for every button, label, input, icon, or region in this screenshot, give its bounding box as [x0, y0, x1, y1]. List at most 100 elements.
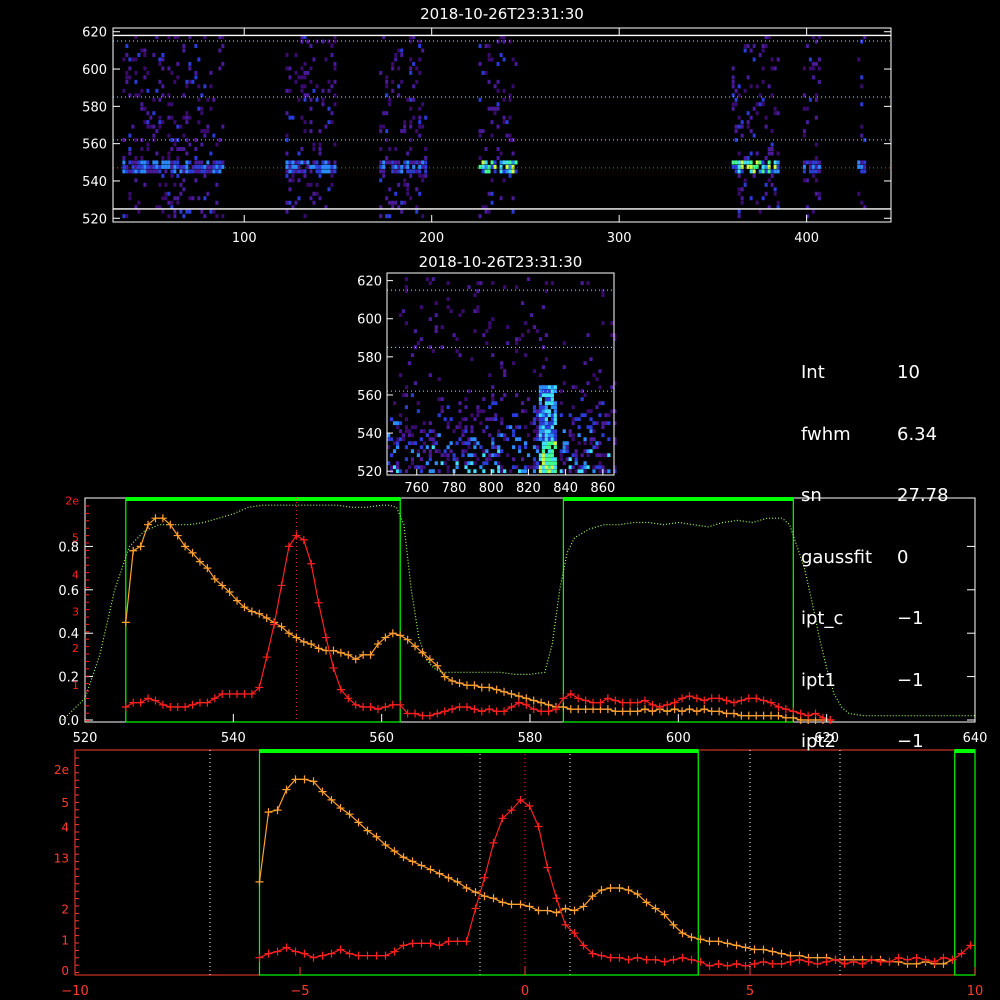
heat-pixel — [170, 173, 174, 178]
heat-pixel — [143, 169, 147, 174]
heat-pixel — [327, 79, 331, 84]
heat-pixel — [291, 115, 295, 120]
heat-pixel — [455, 349, 459, 354]
heat-pixel — [752, 173, 756, 178]
heat-pixel — [409, 160, 413, 165]
red-series-point — [322, 633, 331, 642]
heat-pixel — [161, 52, 165, 57]
heat-pixel — [512, 465, 516, 470]
heat-pixel — [488, 417, 492, 422]
heat-pixel — [740, 133, 744, 138]
y-tick-label: 560 — [82, 138, 107, 153]
heat-pixel — [526, 453, 531, 458]
heat-pixel — [767, 84, 771, 89]
orange-series-point — [768, 947, 777, 956]
heat-pixel — [547, 413, 551, 418]
heat-pixel — [568, 457, 572, 462]
heat-pixel — [805, 160, 809, 165]
heat-pixel — [740, 124, 744, 129]
heat-pixel — [547, 465, 551, 470]
heat-pixel — [315, 160, 319, 165]
heat-pixel — [394, 200, 398, 205]
red-series-point — [354, 951, 363, 960]
heat-pixel — [731, 160, 735, 165]
red-series-point — [373, 705, 382, 714]
heat-pixel — [737, 191, 741, 196]
heat-pixel — [185, 160, 189, 165]
heat-pixel — [428, 469, 432, 474]
heat-pixel — [176, 155, 180, 160]
heat-pixel — [601, 453, 605, 458]
red-series-point — [489, 838, 498, 847]
heat-pixel — [288, 160, 292, 165]
heat-pixel — [407, 441, 412, 446]
heat-pixel — [403, 182, 407, 187]
heat-pixel — [431, 429, 435, 434]
heat-pixel — [140, 106, 144, 111]
heat-pixel — [212, 209, 216, 214]
heat-pixel — [403, 200, 407, 205]
heat-pixel — [764, 115, 768, 120]
heat-pixel — [164, 191, 168, 196]
heat-pixel — [415, 160, 419, 165]
heat-pixel — [526, 397, 531, 402]
heat-pixel — [297, 196, 301, 201]
heat-pixel — [494, 461, 498, 466]
heat-pixel — [167, 155, 171, 160]
orange-series-point — [759, 711, 768, 720]
heat-pixel — [152, 160, 156, 165]
heat-pixel — [395, 425, 400, 430]
heat-pixel — [288, 200, 292, 205]
heat-pixel — [443, 417, 447, 422]
heat-pixel — [182, 178, 186, 183]
heat-pixel — [562, 429, 566, 434]
heat-pixel — [443, 449, 447, 454]
red-series-point — [559, 694, 568, 703]
heat-pixel — [487, 79, 491, 84]
heat-pixel — [860, 84, 864, 89]
heat-pixel — [535, 417, 540, 422]
heat-pixel — [749, 129, 753, 134]
heat-pixel — [170, 200, 174, 205]
heat-pixel — [134, 138, 138, 143]
heat-pixel — [532, 465, 537, 470]
heat-pixel — [538, 465, 543, 470]
red-series-point — [858, 959, 867, 968]
y-tick-label: 540 — [82, 175, 107, 190]
red-series-point — [670, 698, 679, 707]
heat-pixel — [752, 57, 756, 62]
x-tick-label: 760 — [404, 481, 429, 496]
red-series-point — [166, 702, 175, 711]
heat-pixel — [321, 97, 325, 102]
heat-pixel — [215, 142, 219, 147]
orange-series-point — [336, 648, 345, 657]
heat-pixel — [176, 147, 180, 152]
heat-pixel — [197, 196, 201, 201]
heat-pixel — [550, 461, 554, 466]
heat-pixel — [607, 413, 611, 418]
heat-pixel — [571, 465, 575, 470]
heat-pixel — [547, 385, 551, 390]
heat-pixel — [212, 160, 216, 165]
heat-pixel — [312, 160, 316, 165]
y-tick-label: 620 — [82, 26, 107, 41]
heat-pixel — [580, 397, 584, 402]
orange-series-point — [344, 650, 353, 659]
heat-pixel — [389, 417, 394, 422]
heat-pixel — [734, 129, 738, 134]
heat-pixel — [496, 155, 500, 160]
heat-pixel — [473, 437, 477, 442]
heat-pixel — [134, 70, 138, 75]
heat-pixel — [574, 417, 578, 422]
red-series-point — [381, 951, 390, 960]
heat-pixel — [392, 421, 397, 426]
heat-pixel — [209, 169, 213, 174]
heat-pixel — [541, 421, 546, 426]
heat-pixel — [758, 102, 762, 107]
heat-pixel — [158, 182, 162, 187]
heat-pixel — [379, 160, 383, 165]
heat-pixel — [481, 129, 485, 134]
heat-pixel — [817, 57, 821, 62]
heat-pixel — [752, 106, 756, 111]
heat-pixel — [467, 441, 471, 446]
